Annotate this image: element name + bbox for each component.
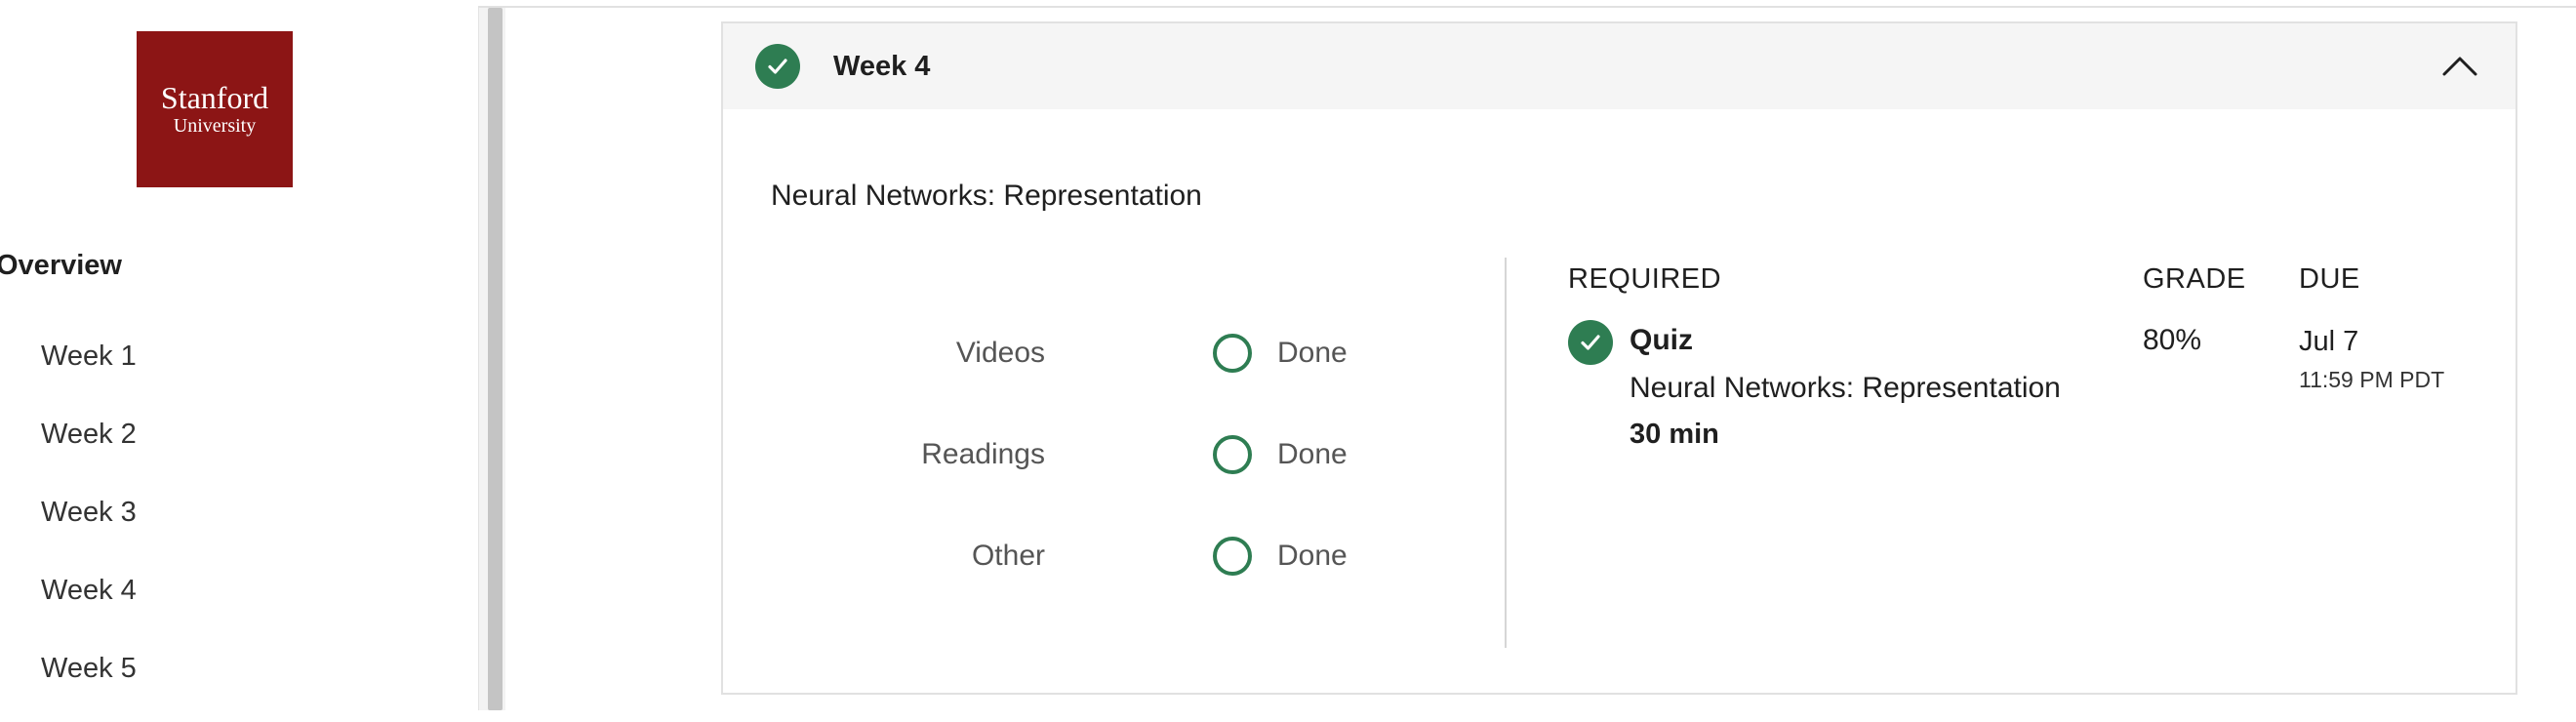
quiz-duration: 30 min — [1630, 419, 1719, 450]
stanford-logo[interactable]: Stanford University — [137, 31, 293, 187]
empty-circle-icon — [1213, 537, 1252, 576]
progress-status: Done — [1277, 337, 1348, 369]
check-circle-icon — [755, 44, 800, 89]
week-title: Week 4 — [833, 51, 931, 82]
sidebar: Stanford University Overview Week 1 Week… — [0, 0, 478, 710]
sidebar-week-list: Week 1 Week 2 Week 3 Week 4 Week 5 — [41, 332, 137, 722]
sidebar-item-week-2[interactable]: Week 2 — [41, 410, 137, 488]
week-card: Week 4 Neural Networks: Representation V… — [721, 21, 2517, 695]
progress-row-other: Other Done — [723, 535, 1348, 578]
module-title: Neural Networks: Representation — [771, 180, 1202, 212]
week-header[interactable]: Week 4 — [723, 23, 2516, 109]
sidebar-item-week-4[interactable]: Week 4 — [41, 566, 137, 644]
logo-line1: Stanford — [160, 80, 269, 115]
sidebar-item-overview[interactable]: Overview — [0, 250, 122, 282]
check-circle-icon — [1568, 320, 1613, 365]
sidebar-scrollbar-thumb[interactable] — [488, 8, 503, 710]
progress-status: Done — [1277, 540, 1348, 572]
quiz-subtitle: Neural Networks: Representation — [1630, 372, 2061, 404]
quiz-grade: 80% — [2143, 324, 2202, 356]
quiz-link[interactable]: Quiz — [1630, 324, 1693, 357]
sidebar-item-week-3[interactable]: Week 3 — [41, 488, 137, 566]
vertical-divider — [1505, 258, 1507, 648]
required-column-header: REQUIRED — [1568, 263, 1722, 295]
quiz-due-date: Jul 7 — [2299, 326, 2359, 357]
progress-row-videos: Videos Done — [723, 332, 1348, 375]
progress-status: Done — [1277, 438, 1348, 470]
progress-label: Readings — [921, 438, 1045, 470]
due-column-header: DUE — [2299, 263, 2360, 295]
empty-circle-icon — [1213, 334, 1252, 373]
logo-line2: University — [173, 115, 257, 137]
progress-row-readings: Readings Done — [723, 433, 1348, 476]
quiz-due-time: 11:59 PM PDT — [2299, 367, 2445, 392]
progress-label: Other — [971, 540, 1045, 572]
empty-circle-icon — [1213, 435, 1252, 474]
grade-column-header: GRADE — [2143, 263, 2246, 295]
progress-label: Videos — [955, 337, 1045, 369]
sidebar-item-week-5[interactable]: Week 5 — [41, 644, 137, 722]
sidebar-item-week-1[interactable]: Week 1 — [41, 332, 137, 410]
chevron-up-icon[interactable] — [2440, 49, 2479, 84]
